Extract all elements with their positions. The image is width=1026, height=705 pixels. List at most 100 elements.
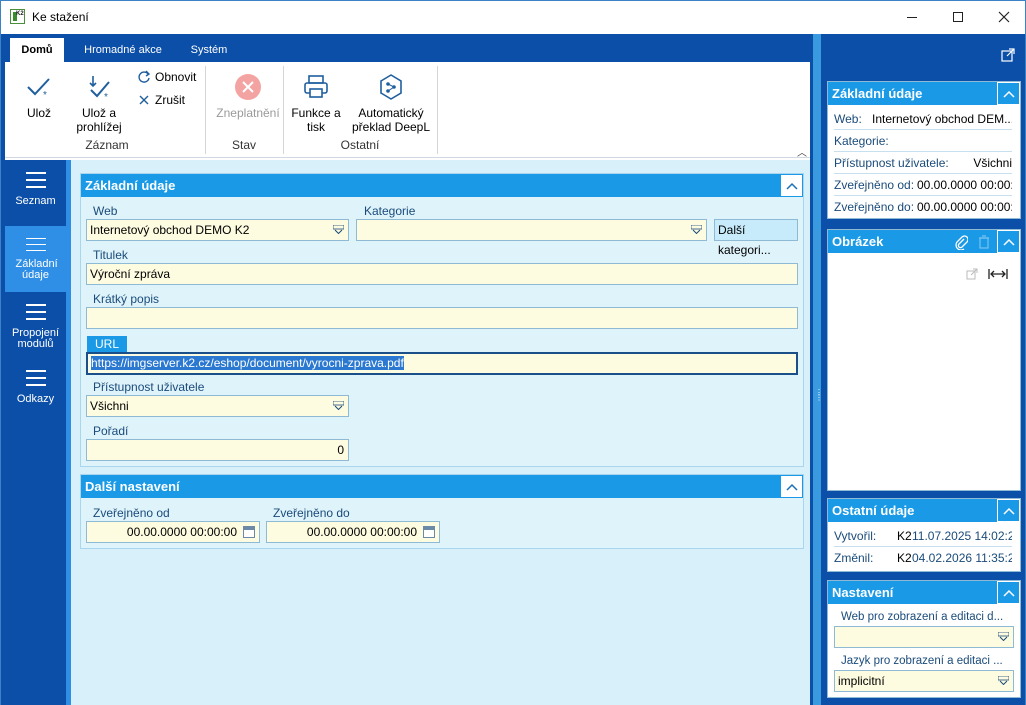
nav-item-list[interactable]: Seznam bbox=[5, 160, 66, 226]
side-access-row: Přístupnost uživatele: Všichni bbox=[834, 152, 1012, 174]
maximize-icon bbox=[953, 12, 963, 22]
side-changed-row: Změnil: K2 04.02.2026 11:35:26 bbox=[834, 551, 1012, 565]
category-select[interactable] bbox=[356, 219, 707, 241]
side-other-header: Ostatní údaje bbox=[828, 499, 1020, 522]
group-label-record: Záznam bbox=[85, 138, 129, 152]
splitter[interactable]: ⋮ ⋮ bbox=[810, 34, 824, 705]
side-created-row: Vytvořil: K2 11.07.2025 14:02:24 bbox=[834, 525, 1012, 547]
dropdown-icon bbox=[998, 632, 1009, 641]
attach-icon[interactable] bbox=[954, 234, 968, 250]
ribbon-collapse-icon[interactable]: ︿ bbox=[797, 144, 807, 159]
title-label: Titulek bbox=[93, 248, 128, 262]
access-select[interactable]: Všichni bbox=[86, 395, 349, 417]
list-icon bbox=[25, 370, 46, 386]
tab-home[interactable]: Domů bbox=[10, 38, 64, 62]
collapse-chevron-icon[interactable] bbox=[780, 475, 803, 498]
svg-text:*: * bbox=[104, 92, 108, 100]
side-image-header: Obrázek bbox=[828, 230, 1020, 253]
cancel-x-icon bbox=[139, 95, 149, 105]
order-input[interactable]: 0 bbox=[86, 439, 349, 461]
collapse-chevron-icon[interactable] bbox=[997, 581, 1020, 604]
tab-bulk-actions[interactable]: Hromadné akce bbox=[73, 38, 173, 62]
collapse-chevron-icon[interactable] bbox=[997, 82, 1020, 105]
short-description-label: Krátký popis bbox=[93, 292, 160, 306]
collapse-chevron-icon[interactable] bbox=[997, 499, 1020, 522]
short-description-input[interactable] bbox=[86, 307, 798, 329]
web-select[interactable]: Internetový obchod DEMO K2 bbox=[86, 219, 349, 241]
app-window: Ke stažení ⋮⋮ Domů Hromadné akce Systém … bbox=[0, 0, 1026, 705]
open-image-icon[interactable] bbox=[966, 268, 978, 280]
minimize-button[interactable] bbox=[889, 1, 935, 33]
left-navigation: Seznam Základní údaje Propojení modulů O… bbox=[5, 160, 66, 705]
ribbon: * Ulož * Ulož a prohlížej Obnovit Zrušit… bbox=[5, 62, 810, 159]
list-icon bbox=[25, 238, 46, 251]
side-settings-box: Nastavení Web pro zobrazení a editaci d.… bbox=[827, 580, 1021, 698]
more-categories-button[interactable]: Další kategori... bbox=[714, 219, 798, 257]
access-label: Přístupnost uživatele bbox=[93, 380, 205, 394]
group-label-state: Stav bbox=[231, 138, 256, 152]
close-button[interactable] bbox=[981, 1, 1026, 33]
more-settings-section: Další nastavení Zveřejněno od 00.00.0000… bbox=[80, 474, 804, 549]
title-input[interactable]: Výroční zpráva bbox=[86, 263, 798, 285]
url-label: URL bbox=[87, 336, 128, 353]
refresh-icon bbox=[138, 70, 151, 83]
printer-icon bbox=[304, 75, 328, 98]
side-basic-header: Základní údaje bbox=[828, 82, 1020, 105]
url-input[interactable]: https://imgserver.k2.cz/eshop/document/v… bbox=[86, 352, 798, 375]
invalidate-icon bbox=[235, 74, 261, 100]
calendar-icon[interactable] bbox=[423, 526, 435, 538]
category-label: Kategorie bbox=[364, 204, 416, 218]
maximize-button[interactable] bbox=[935, 1, 981, 33]
published-from-input[interactable]: 00.00.0000 00:00:00 bbox=[86, 521, 260, 543]
minimize-icon bbox=[907, 16, 917, 18]
nav-item-links[interactable]: Odkazy bbox=[5, 358, 66, 424]
order-label: Pořadí bbox=[93, 424, 129, 438]
group-label-other: Ostatní bbox=[340, 138, 380, 152]
side-settings-header: Nastavení bbox=[828, 581, 1020, 604]
print-functions-button[interactable]: Funkce a tisk bbox=[289, 72, 343, 134]
list-icon bbox=[25, 304, 46, 320]
published-to-label: Zveřejněno do bbox=[273, 506, 350, 520]
language-select[interactable]: implicitní bbox=[834, 670, 1014, 692]
basic-section: Základní údaje Web Internetový obchod DE… bbox=[80, 173, 804, 467]
invalidate-button[interactable]: Zneplatnění bbox=[211, 72, 285, 120]
save-and-view-button[interactable]: * Ulož a prohlížej bbox=[71, 72, 127, 134]
published-to-input[interactable]: 00.00.0000 00:00:00 bbox=[266, 521, 440, 543]
save-view-icon: * bbox=[89, 76, 110, 100]
save-button[interactable]: * Ulož bbox=[18, 72, 60, 120]
deepl-icon bbox=[380, 74, 402, 100]
side-from-row: Zveřejněno od:00.00.0000 00:00:... bbox=[834, 174, 1012, 196]
fit-width-icon[interactable] bbox=[988, 268, 1008, 280]
nav-item-modules[interactable]: Propojení modulů bbox=[5, 292, 66, 358]
deepl-translate-button[interactable]: Automatický překlad DeepL bbox=[351, 72, 431, 134]
web-edit-label: Web pro zobrazení a editaci d... bbox=[841, 611, 1004, 623]
language-label: Jazyk pro zobrazení a editaci ... bbox=[841, 655, 1003, 667]
side-to-row: Zveřejněno do:00.00.0000 00:00:... bbox=[834, 200, 1012, 214]
dropdown-icon bbox=[333, 225, 344, 234]
list-icon bbox=[25, 172, 46, 188]
title-bar: Ke stažení bbox=[1, 1, 1025, 33]
delete-icon[interactable] bbox=[978, 235, 990, 249]
side-web-row: Web: Internetový obchod DEM... bbox=[834, 108, 1012, 130]
dropdown-icon bbox=[333, 401, 344, 410]
frame-right bbox=[1021, 34, 1025, 705]
dropdown-icon bbox=[998, 676, 1009, 685]
side-other-box: Ostatní údaje Vytvořil: K2 11.07.2025 14:0… bbox=[827, 498, 1021, 572]
save-check-icon: * bbox=[27, 78, 50, 99]
svg-text:*: * bbox=[43, 90, 47, 99]
web-edit-select[interactable] bbox=[834, 626, 1014, 648]
cancel-button[interactable]: Zrušit bbox=[137, 93, 185, 107]
calendar-icon[interactable] bbox=[243, 526, 255, 538]
refresh-button[interactable]: Obnovit bbox=[137, 70, 196, 84]
window-title: Ke stažení bbox=[32, 10, 89, 24]
nav-item-basic[interactable]: Základní údaje bbox=[5, 226, 66, 292]
side-basic-box: Základní údaje Web: Internetový obchod DE… bbox=[827, 81, 1021, 219]
collapse-chevron-icon[interactable] bbox=[780, 174, 803, 197]
collapse-chevron-icon[interactable] bbox=[997, 230, 1020, 253]
dropdown-icon bbox=[691, 225, 702, 234]
side-image-box: Obrázek bbox=[827, 229, 1021, 491]
popout-icon[interactable] bbox=[1001, 48, 1015, 62]
tab-system[interactable]: Systém bbox=[181, 38, 237, 62]
basic-section-header: Základní údaje bbox=[81, 174, 803, 197]
ribbon-tabs: Domů Hromadné akce Systém bbox=[5, 34, 810, 62]
